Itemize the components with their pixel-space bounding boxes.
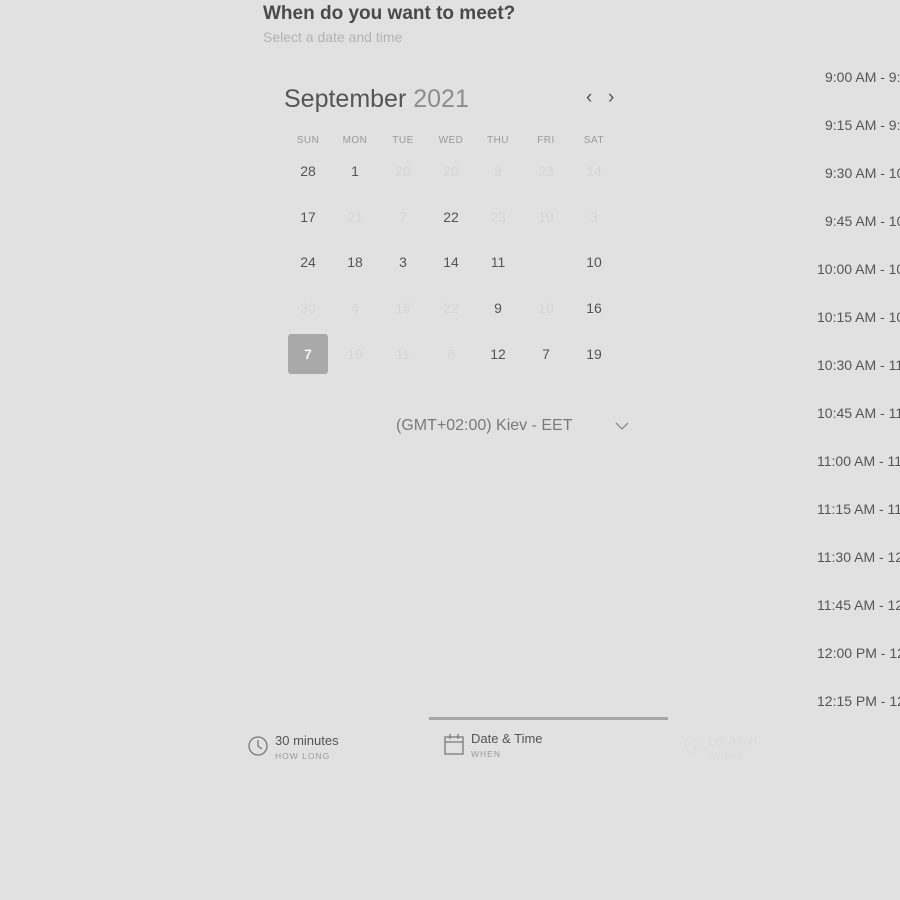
time-slot[interactable]: 11:45 AM - 12:15 PM	[817, 597, 900, 621]
weekday-mon: MON	[342, 135, 368, 146]
calendar-day[interactable]: 11	[478, 242, 518, 282]
time-slot[interactable]: 11:30 AM - 12:00 PM	[817, 549, 900, 573]
calendar-day: 4	[351, 300, 359, 316]
calendar-day: 20	[443, 163, 459, 179]
calendar-day[interactable]: 22	[431, 197, 471, 237]
calendar-day[interactable]: 7	[526, 334, 566, 374]
chevron-down-icon[interactable]	[615, 418, 629, 434]
calendar-day[interactable]: 9	[478, 288, 518, 328]
time-slot[interactable]: 10:45 AM - 11:15 AM	[817, 405, 900, 429]
weekday-wed: WED	[438, 135, 464, 146]
time-slot[interactable]: 9:30 AM - 10:00 AM	[825, 165, 900, 189]
time-slot[interactable]: 11:00 AM - 11:30 AM	[817, 453, 900, 477]
calendar-day: 23	[490, 209, 506, 225]
calendar-day: 9	[494, 163, 502, 179]
calendar-day[interactable]: 1	[335, 151, 375, 191]
calendar-day[interactable]: 18	[335, 242, 375, 282]
time-slot[interactable]: 9:15 AM - 9:45 AM	[825, 117, 900, 141]
prev-month-chevron-icon[interactable]: ‹	[586, 88, 592, 108]
calendar-year: 2021	[413, 85, 469, 113]
step-duration-sub: HOW LONG	[275, 751, 331, 761]
calendar-day[interactable]: 16	[574, 288, 614, 328]
calendar-month: September	[284, 85, 407, 113]
calendar-day[interactable]: 10	[574, 242, 614, 282]
page-subtitle: Select a date and time	[263, 29, 403, 45]
calendar-day: 23	[538, 163, 554, 179]
calendar-day: 3	[590, 209, 598, 225]
calendar-day	[526, 242, 566, 282]
calendar-month-title: September 2021	[284, 85, 469, 114]
step-location-title: Location	[708, 733, 758, 748]
calendar-day[interactable]: 19	[574, 334, 614, 374]
active-step-indicator	[429, 717, 668, 720]
step-duration-title: 30 minutes	[275, 733, 339, 748]
calendar-day: 19	[538, 209, 554, 225]
weekday-sun: SUN	[296, 135, 320, 146]
step-datetime-title: Date & Time	[471, 731, 543, 746]
time-slot[interactable]: 11:15 AM - 11:45 AM	[817, 501, 900, 525]
weekday-tue: TUE	[392, 135, 414, 146]
calendar-day[interactable]: 24	[288, 242, 328, 282]
time-slot[interactable]: 12:15 PM - 12:45 PM	[817, 693, 900, 717]
calendar-day: 15	[395, 300, 411, 316]
calendar-day: 19	[347, 346, 363, 362]
calendar-day: 6	[447, 346, 455, 362]
step-datetime-sub: WHEN	[471, 749, 501, 759]
calendar-day: 20	[395, 163, 411, 179]
calendar-day: 11	[395, 346, 411, 362]
calendar-day[interactable]: 28	[288, 151, 328, 191]
calendar-day: 21	[347, 209, 363, 225]
next-month-chevron-icon[interactable]: ›	[608, 88, 614, 108]
time-slot[interactable]: 12:00 PM - 12:30 PM	[817, 645, 900, 669]
time-slot[interactable]: 10:30 AM - 11:00 AM	[817, 357, 900, 381]
location-pin-icon	[680, 735, 702, 757]
time-slot[interactable]: 10:15 AM - 10:45 AM	[817, 309, 900, 333]
calendar-day: 22	[443, 300, 459, 316]
page-title: When do you want to meet?	[263, 3, 516, 24]
time-slot[interactable]: 10:00 AM - 10:30 AM	[817, 261, 900, 285]
clock-icon	[247, 735, 269, 757]
calendar-day: 14	[586, 163, 602, 179]
step-location-sub: WHERE	[708, 751, 745, 761]
calendar-day[interactable]: 12	[478, 334, 518, 374]
time-slot[interactable]: 9:45 AM - 10:15 AM	[825, 213, 900, 237]
weekday-sat: SAT	[583, 135, 605, 146]
calendar-day[interactable]: 14	[431, 242, 471, 282]
weekday-fri: FRI	[537, 135, 555, 146]
calendar-day-selected[interactable]: 7	[288, 334, 328, 374]
calendar-day: 30	[300, 300, 316, 316]
time-slot[interactable]: 9:00 AM - 9:30 AM	[825, 69, 900, 93]
calendar-day: 7	[399, 209, 407, 225]
calendar-day: 10	[538, 300, 554, 316]
calendar-day[interactable]: 17	[288, 197, 328, 237]
calendar-icon	[443, 733, 465, 755]
calendar-day[interactable]: 3	[383, 242, 423, 282]
weekday-thu: THU	[486, 135, 510, 146]
timezone-select[interactable]: (GMT+02:00) Kiev - EET	[396, 417, 573, 435]
